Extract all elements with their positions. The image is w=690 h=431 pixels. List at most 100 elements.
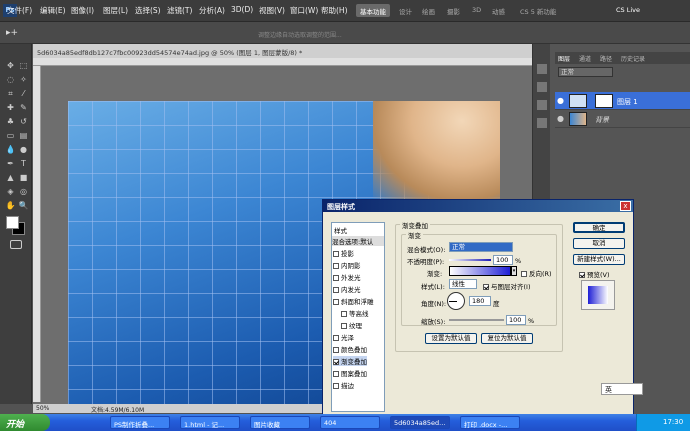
menu-edit[interactable]: 编辑(E) — [40, 5, 66, 16]
new-style-button[interactable]: 新建样式(W)... — [573, 254, 625, 265]
tab-channels[interactable]: 通道 — [579, 54, 591, 63]
workspace-photography[interactable]: 摄影 — [443, 4, 464, 17]
style-item[interactable]: 图案叠加 — [333, 368, 367, 378]
workspace-design[interactable]: 设计 — [395, 4, 416, 17]
style-item[interactable]: 投影 — [333, 248, 354, 258]
lasso-icon[interactable]: ◌ — [5, 74, 16, 85]
scale-input[interactable]: 100 — [506, 315, 526, 325]
style-item[interactable]: 渐变叠加 — [333, 356, 367, 366]
pen-icon[interactable]: ✒ — [5, 158, 16, 169]
3d-rotate-icon[interactable]: ◈ — [5, 186, 16, 197]
move-tool-icon[interactable]: ▸+ — [6, 28, 18, 38]
workspace-essentials[interactable]: 基本功能 — [356, 4, 390, 17]
eraser-icon[interactable]: ▭ — [5, 130, 16, 141]
task-button[interactable]: 1.html - 记... — [180, 416, 240, 429]
gradient-swatch[interactable] — [449, 266, 511, 276]
style-item[interactable]: 斜面和浮雕 — [333, 296, 374, 306]
history-brush-icon[interactable]: ↺ — [18, 116, 29, 127]
style-checkbox[interactable] — [333, 287, 339, 293]
style-checkbox[interactable] — [333, 383, 339, 389]
shape-icon[interactable]: ■ — [18, 172, 29, 183]
dialog-title-bar[interactable]: 图层样式 — [323, 200, 633, 212]
hand-icon[interactable]: ✋ — [5, 200, 16, 211]
workspace-cs5-new[interactable]: CS 5 新功能 — [516, 4, 560, 17]
marquee-icon[interactable]: ⬚ — [18, 60, 29, 71]
brush-icon[interactable]: ✎ — [18, 102, 29, 113]
menu-window[interactable]: 窗口(W) — [290, 5, 318, 16]
style-item[interactable]: 纹理 — [341, 320, 362, 330]
panel-icon-4[interactable] — [537, 118, 547, 128]
quick-mask-icon[interactable] — [10, 240, 22, 249]
path-select-icon[interactable]: ▲ — [5, 172, 16, 183]
menu-3d[interactable]: 3D(D) — [231, 5, 253, 14]
menu-select[interactable]: 选择(S) — [135, 5, 161, 16]
style-item[interactable]: 内阴影 — [333, 260, 361, 270]
make-default-button[interactable]: 设置为默认值 — [425, 333, 477, 344]
gradient-style-select[interactable]: 线性 — [449, 279, 477, 289]
style-checkbox[interactable] — [333, 359, 339, 365]
ime-bar[interactable]: 英 — [601, 383, 643, 395]
workspace-motion[interactable]: 动感 — [488, 4, 509, 17]
panel-icon-1[interactable] — [537, 64, 547, 74]
scale-slider[interactable] — [449, 319, 504, 321]
cs-live-button[interactable]: CS Live — [612, 4, 644, 17]
menu-file[interactable]: 文件(F) — [7, 5, 32, 16]
blend-options-item[interactable]: 混合选项:默认 — [332, 236, 384, 246]
panel-icon-2[interactable] — [537, 82, 547, 92]
eyedropper-icon[interactable]: ⁄ — [18, 88, 29, 99]
layer-blend-mode[interactable]: 正常 — [558, 67, 613, 77]
menu-layer[interactable]: 图层(L) — [103, 5, 128, 16]
style-checkbox[interactable] — [333, 251, 339, 257]
layer-name[interactable]: 图层 1 — [617, 97, 638, 107]
angle-input[interactable]: 180 — [469, 296, 491, 306]
cancel-button[interactable]: 取消 — [573, 238, 625, 249]
style-checkbox[interactable] — [341, 323, 347, 329]
tab-paths[interactable]: 路径 — [600, 54, 612, 63]
style-checkbox[interactable] — [333, 275, 339, 281]
style-checkbox[interactable] — [333, 263, 339, 269]
opacity-input[interactable]: 100 — [493, 255, 513, 265]
3d-camera-icon[interactable]: ◎ — [18, 186, 29, 197]
tab-history[interactable]: 历史记录 — [621, 54, 645, 63]
ok-button[interactable]: 确定 — [573, 222, 625, 233]
stamp-icon[interactable]: ♣ — [5, 116, 16, 127]
gradient-dropdown-icon[interactable]: ▾ — [511, 266, 517, 276]
menu-view[interactable]: 视图(V) — [259, 5, 285, 16]
visibility-eye-icon[interactable]: ● — [557, 114, 564, 123]
task-button[interactable]: 图片收藏 — [250, 416, 310, 429]
type-icon[interactable]: T — [18, 158, 29, 169]
layer-mask-thumbnail[interactable] — [595, 94, 613, 108]
style-checkbox[interactable] — [333, 335, 339, 341]
dialog-close-button[interactable]: x — [620, 201, 631, 211]
layer-name[interactable]: 背景 — [595, 115, 609, 125]
style-checkbox[interactable] — [333, 299, 339, 305]
menu-filter[interactable]: 滤镜(T) — [167, 5, 192, 16]
task-button-active[interactable]: 5d6034a85ed... — [390, 416, 450, 429]
document-tab[interactable]: 5d6034a85edf8db127c7fbc00923dd54574e74ad… — [33, 44, 549, 58]
task-button[interactable]: 404 — [320, 416, 380, 429]
visibility-eye-icon[interactable]: ● — [557, 96, 564, 105]
start-button[interactable]: 开始 — [0, 414, 50, 431]
workspace-painting[interactable]: 绘画 — [418, 4, 439, 17]
blur-icon[interactable]: 💧 — [5, 144, 16, 155]
style-checkbox[interactable] — [341, 311, 347, 317]
style-item[interactable]: 等高线 — [341, 308, 369, 318]
preview-checkbox[interactable]: 预览(V) — [579, 269, 610, 279]
style-checkbox[interactable] — [333, 371, 339, 377]
style-item[interactable]: 外发光 — [333, 272, 361, 282]
blend-mode-select[interactable]: 正常 — [449, 242, 513, 252]
style-item[interactable]: 颜色叠加 — [333, 344, 367, 354]
reset-default-button[interactable]: 复位为默认值 — [481, 333, 533, 344]
task-button[interactable]: 打印 .docx -... — [460, 416, 520, 429]
align-checkbox[interactable]: 与图层对齐(I) — [483, 281, 531, 291]
crop-icon[interactable]: ⌗ — [5, 88, 16, 99]
magic-wand-icon[interactable]: ✧ — [18, 74, 29, 85]
zoom-icon[interactable]: 🔍 — [18, 200, 29, 211]
opacity-slider[interactable] — [449, 259, 491, 261]
style-checkbox[interactable] — [333, 347, 339, 353]
menu-image[interactable]: 图像(I) — [71, 5, 94, 16]
styles-header[interactable]: 样式 — [334, 225, 347, 235]
workspace-3d[interactable]: 3D — [468, 4, 485, 17]
layer-row-background[interactable]: ● 背景 — [555, 110, 690, 128]
healing-icon[interactable]: ✚ — [5, 102, 16, 113]
